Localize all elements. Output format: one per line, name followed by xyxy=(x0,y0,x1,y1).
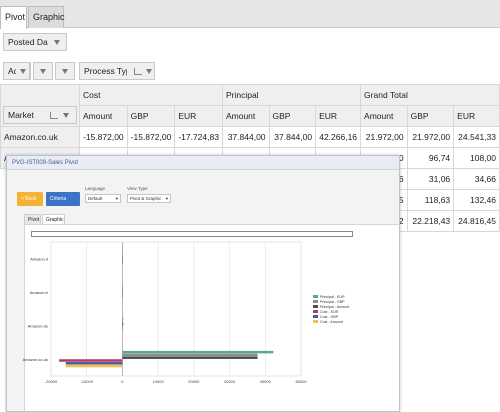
field-chip-3[interactable] xyxy=(55,62,75,80)
category-label: Amazon.fr xyxy=(30,290,49,295)
category-label: Amazon.de xyxy=(28,323,49,328)
legend-swatch xyxy=(313,310,318,313)
column-group-cost: Cost xyxy=(79,84,223,106)
bar xyxy=(65,364,123,368)
measure-header: GBP xyxy=(406,105,455,127)
process-type-chip[interactable]: Process Type xyxy=(79,62,131,80)
filter-icon xyxy=(19,69,26,75)
legend-label: Cost - Amount xyxy=(320,320,343,324)
bar xyxy=(122,320,124,323)
posted-date-dropdown[interactable] xyxy=(48,33,67,51)
process-type-label: Process Type xyxy=(84,66,131,76)
value-cell: 108,00 xyxy=(453,147,500,169)
measure-header: GBP xyxy=(126,105,176,127)
measure-header: Amount xyxy=(221,105,270,127)
process-type-controls[interactable] xyxy=(127,62,155,80)
x-tick-label: 0 xyxy=(121,379,124,384)
column-group-grand-total: Grand Total xyxy=(360,84,500,106)
category-label: Amazon.it xyxy=(30,256,49,261)
sort-icon xyxy=(50,112,59,120)
legend-swatch xyxy=(313,300,318,303)
value-cell: 37.844,00 xyxy=(221,126,270,148)
value-cell: 22.218,43 xyxy=(406,210,455,232)
market-field-chip[interactable]: Market xyxy=(3,106,77,124)
table-row: Amazon.co.uk -15.872,00 -15.872,00 -17.7… xyxy=(0,126,500,148)
measure-header: EUR xyxy=(453,105,500,127)
bar xyxy=(122,350,274,354)
value-cell: 96,74 xyxy=(406,147,455,169)
legend-label: Principal - GBP xyxy=(320,300,345,304)
legend-swatch xyxy=(313,320,318,323)
legend-swatch xyxy=(313,295,318,298)
x-tick-label: 10000 xyxy=(153,379,165,384)
x-tick-label: 20000 xyxy=(188,379,200,384)
bar xyxy=(122,322,124,326)
bar xyxy=(122,353,258,357)
legend-swatch xyxy=(313,315,318,318)
legend-swatch xyxy=(313,305,318,308)
bar xyxy=(59,359,123,362)
tab-pivot[interactable]: Pivot xyxy=(0,6,27,29)
column-group-principal: Principal xyxy=(221,84,362,106)
x-tick-label: 50000 xyxy=(295,379,307,384)
value-cell: 132,46 xyxy=(453,189,500,211)
sort-icon xyxy=(134,68,142,76)
value-cell: 24.816,45 xyxy=(453,210,500,232)
legend-label: Cost - EUR xyxy=(320,310,339,314)
measure-header: EUR xyxy=(174,105,223,127)
legend-label: Cost - GBP xyxy=(320,315,339,319)
value-cell: 37.844,00 xyxy=(268,126,317,148)
category-label: Amazon.co.uk xyxy=(23,357,48,362)
x-tick-label: 40000 xyxy=(260,379,272,384)
field-ac-dropdown[interactable] xyxy=(16,62,30,80)
row-header-cell: Market xyxy=(0,84,80,127)
value-cell: -17.724,83 xyxy=(174,126,223,148)
filter-icon xyxy=(62,69,68,75)
legend-label: Principal - Amount xyxy=(320,305,349,309)
value-cell: 21.972,00 xyxy=(360,126,408,148)
filter-icon xyxy=(54,40,60,46)
bar xyxy=(122,356,258,359)
filter-icon xyxy=(146,69,153,75)
measure-header: Amount xyxy=(360,105,408,127)
tab-graphic[interactable]: Graphic xyxy=(28,6,65,28)
value-cell: 34,66 xyxy=(453,168,500,190)
value-cell: -15.872,00 xyxy=(79,126,128,148)
filter-icon xyxy=(40,69,46,75)
value-cell: 118,63 xyxy=(406,189,455,211)
tab-bar: Pivot Graphic xyxy=(0,0,500,29)
measure-header: GBP xyxy=(268,105,317,127)
bar-chart: -20000 -10000 0 10000 20000 30000 40000 50000 Am… xyxy=(23,241,349,384)
field-chip-2[interactable] xyxy=(33,62,53,80)
measure-header: EUR xyxy=(315,105,362,127)
value-cell: -15.872,00 xyxy=(126,126,176,148)
value-cell: 24.541,33 xyxy=(453,126,500,148)
bar xyxy=(122,317,124,320)
value-cell: 21.972,00 xyxy=(406,126,455,148)
measure-header: Amount xyxy=(79,105,128,127)
bar xyxy=(65,362,123,365)
filter-icon xyxy=(62,113,69,119)
market-label: Market xyxy=(8,110,34,120)
market-cell: Amazon.co.uk xyxy=(0,126,80,148)
x-tick-label: 30000 xyxy=(224,379,236,384)
x-tick-label: -20000 xyxy=(45,379,58,384)
x-tick-label: -10000 xyxy=(80,379,93,384)
legend-label: Principal - EUR xyxy=(320,295,345,299)
value-cell: 42.266,16 xyxy=(315,126,362,148)
sales-pivot-window: PVG-IST009-Sales Pivot < Back Criteria L… xyxy=(6,155,400,412)
value-cell: 31,06 xyxy=(406,168,455,190)
